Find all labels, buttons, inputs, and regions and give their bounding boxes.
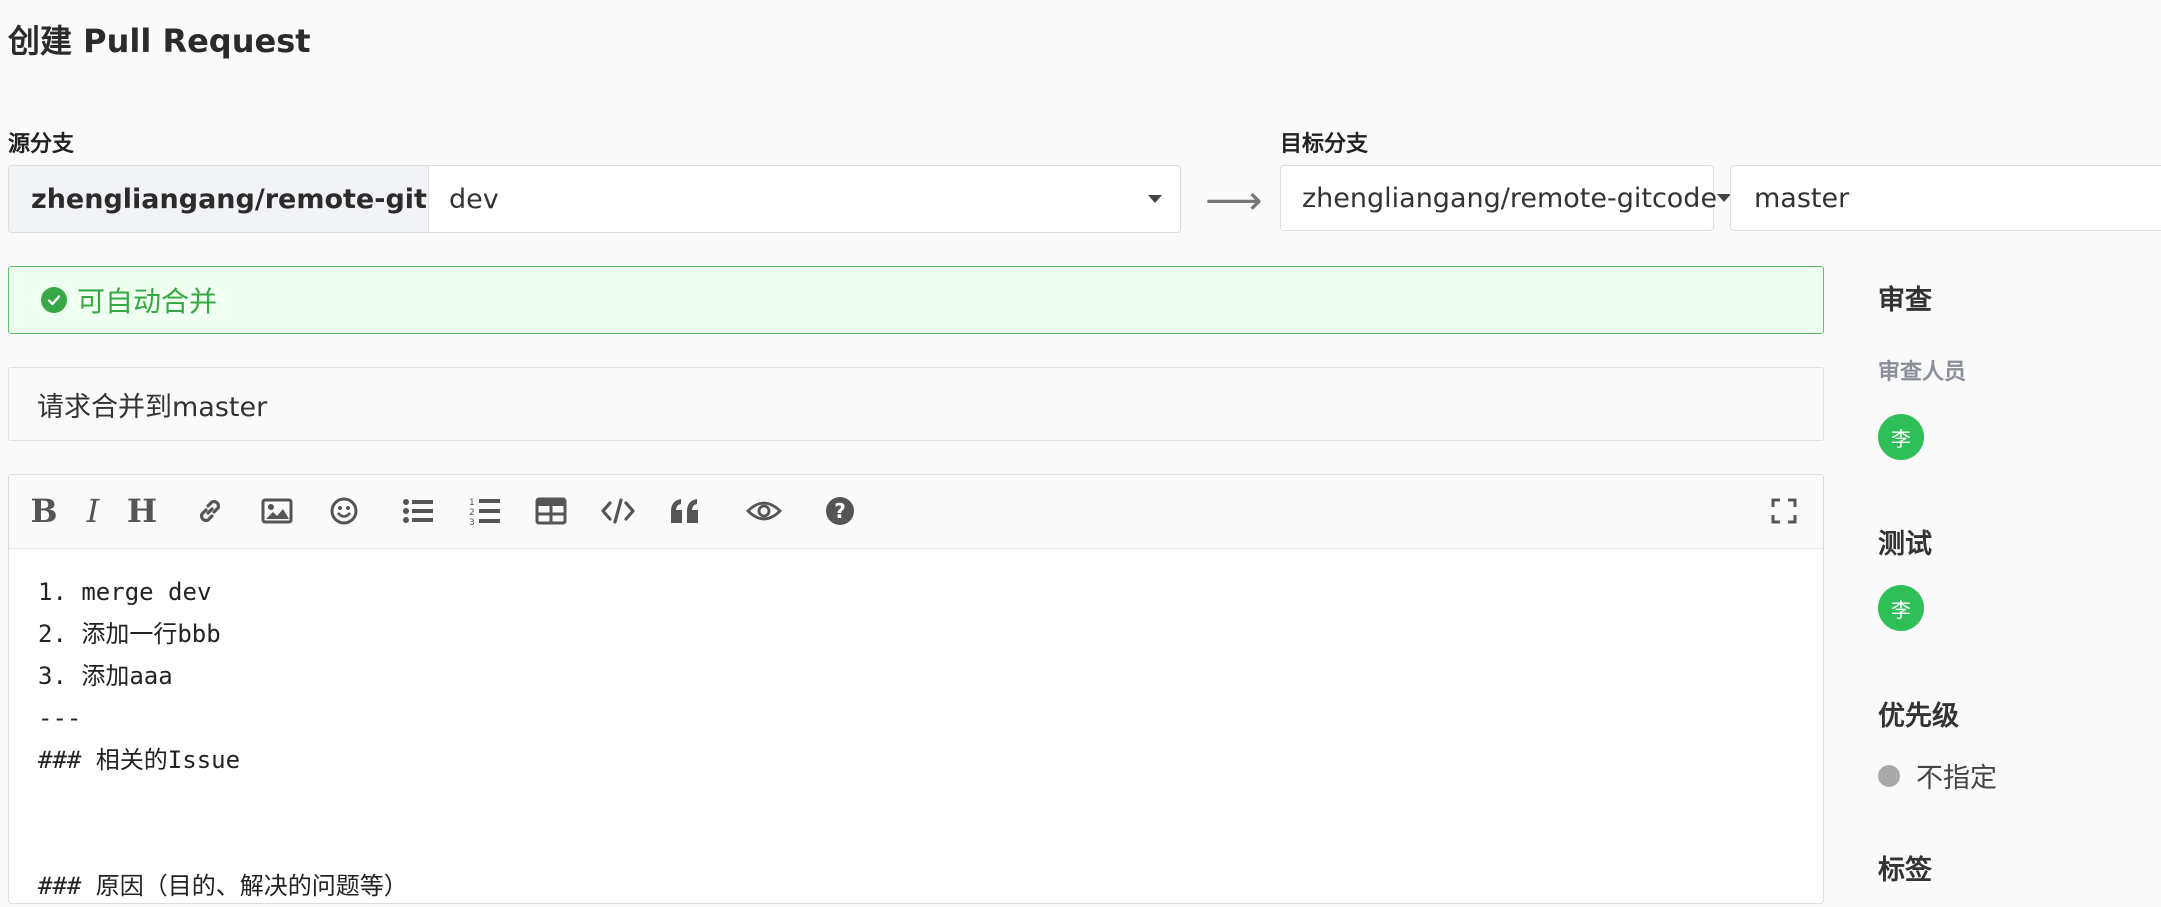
source-branch-select[interactable]: dev — [429, 166, 1180, 232]
priority-value: 不指定 — [1916, 763, 1997, 794]
target-branch-label: 目标分支 — [1280, 132, 1369, 157]
target-branch-value: master — [1754, 182, 1850, 214]
description-editor: B I H 123 ? 1. merge dev 2. 添加一行bbb 3. 添… — [8, 474, 1824, 904]
code-icon[interactable] — [595, 488, 641, 534]
pr-title-input[interactable] — [8, 367, 1824, 441]
target-repo-value: zhengliangang/remote-gitcode — [1302, 182, 1718, 214]
source-branch-value: dev — [449, 183, 499, 215]
priority-heading: 优先级 — [1878, 701, 1959, 732]
merge-status-text: 可自动合并 — [77, 285, 218, 318]
tester-avatar[interactable]: 李 — [1878, 585, 1924, 631]
labels-heading: 标签 — [1878, 855, 1932, 886]
sidebar: 审查 审查人员 李 测试 李 优先级 不指定 标签 — [1878, 0, 2161, 886]
review-heading: 审查 — [1878, 285, 1932, 316]
editor-line: 3. 添加aaa — [38, 662, 173, 690]
chevron-down-icon — [1717, 194, 1732, 202]
page-title: 创建 Pull Request — [8, 22, 311, 60]
check-circle-icon — [41, 287, 67, 313]
editor-line: 1. merge dev — [38, 578, 212, 606]
bullet-list-icon[interactable] — [395, 488, 441, 534]
svg-text:3: 3 — [469, 518, 475, 526]
source-branch-selector: zhengliangang/remote-gitco... dev — [8, 165, 1181, 233]
editor-textarea[interactable]: 1. merge dev 2. 添加一行bbb 3. 添加aaa --- ###… — [9, 549, 1823, 907]
emoji-icon[interactable] — [321, 488, 367, 534]
source-repo-select[interactable]: zhengliangang/remote-gitco... — [9, 166, 429, 232]
editor-line: --- — [38, 704, 82, 732]
priority-select[interactable]: 不指定 — [1878, 756, 1997, 795]
reviewers-label: 审查人员 — [1878, 360, 1967, 385]
table-icon[interactable] — [528, 488, 574, 534]
fullscreen-icon[interactable] — [1761, 488, 1807, 534]
svg-text:?: ? — [834, 499, 846, 523]
test-heading: 测试 — [1878, 529, 1932, 560]
quote-icon[interactable] — [662, 488, 708, 534]
image-icon[interactable] — [254, 488, 300, 534]
editor-toolbar: B I H 123 ? — [9, 475, 1823, 549]
svg-text:1: 1 — [469, 498, 475, 508]
target-repo-select[interactable]: zhengliangang/remote-gitcode — [1280, 165, 1732, 231]
preview-icon[interactable] — [741, 488, 787, 534]
priority-dot-icon — [1878, 764, 1900, 787]
editor-line: 2. 添加一行bbb — [38, 620, 221, 648]
editor-line: ### 原因（目的、解决的问题等） — [38, 872, 408, 900]
chevron-down-icon — [1148, 195, 1162, 203]
source-branch-label: 源分支 — [8, 132, 75, 157]
numbered-list-icon[interactable]: 123 — [462, 488, 508, 534]
italic-icon[interactable]: I — [70, 488, 116, 534]
editor-line: ### 相关的Issue — [38, 746, 241, 774]
heading-icon[interactable]: H — [119, 488, 165, 534]
bold-icon[interactable]: B — [21, 488, 67, 534]
merge-status-banner: 可自动合并 — [8, 266, 1824, 334]
link-icon[interactable] — [187, 488, 233, 534]
reviewer-avatar[interactable]: 李 — [1878, 414, 1924, 460]
help-icon[interactable]: ? — [817, 488, 863, 534]
svg-text:2: 2 — [469, 508, 475, 518]
arrow-right-icon: ⟶ — [1205, 178, 1263, 224]
